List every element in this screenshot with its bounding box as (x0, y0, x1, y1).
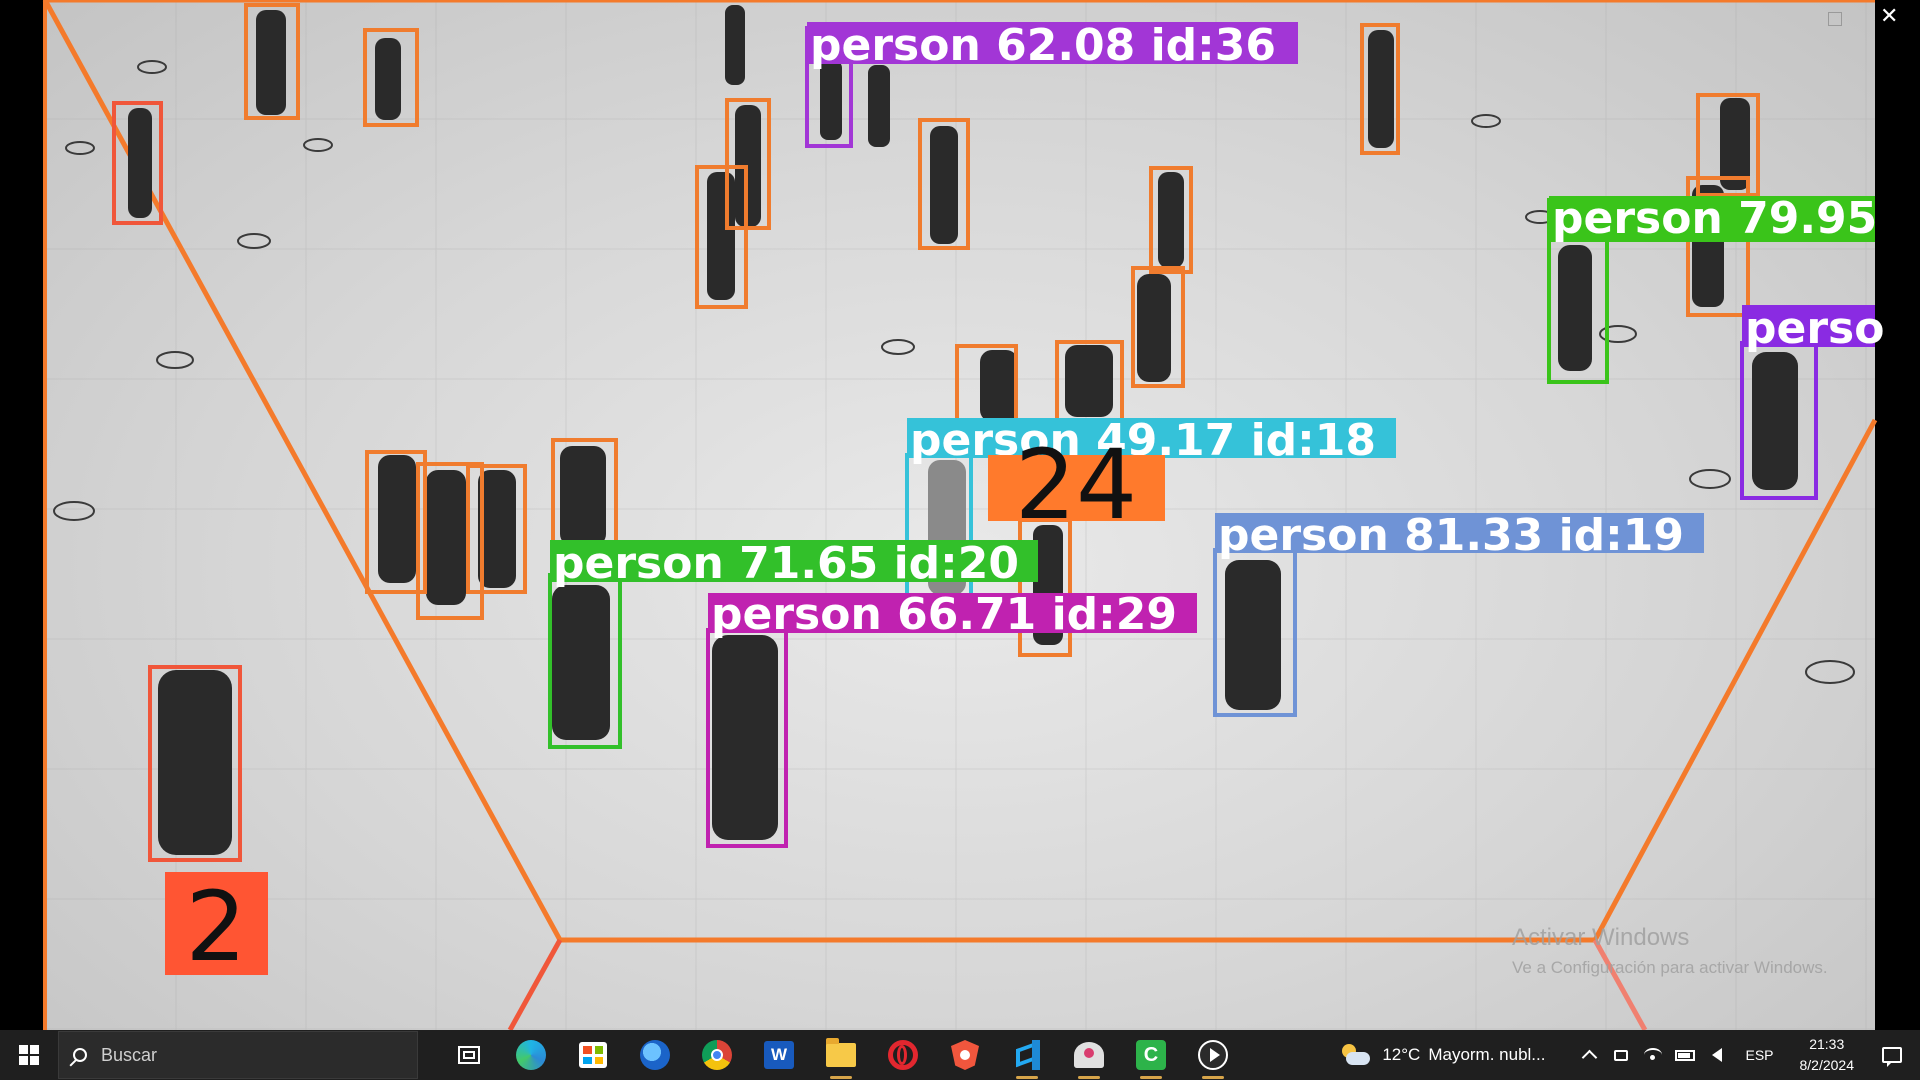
chevron-up-icon (1581, 1049, 1598, 1066)
partly-cloudy-icon (1340, 1044, 1371, 1066)
volume-button[interactable] (1704, 1030, 1730, 1080)
wifi-icon (1644, 1048, 1663, 1062)
taskbar-search[interactable]: Buscar (58, 1031, 418, 1079)
media-player-button[interactable] (1182, 1030, 1244, 1080)
search-icon (73, 1048, 87, 1062)
activation-watermark: Activar Windows Ve a Configuración para … (1512, 924, 1828, 978)
clock[interactable]: 21:33 8/2/2024 (1800, 1034, 1855, 1076)
chrome-icon (702, 1040, 732, 1070)
vscode-icon (1012, 1040, 1042, 1070)
word-button[interactable]: W (748, 1030, 810, 1080)
weather-temp: 12°C (1382, 1045, 1421, 1064)
input-language[interactable]: ESP (1745, 1047, 1773, 1063)
speaker-icon (1712, 1048, 1723, 1062)
player-icon (1198, 1040, 1228, 1070)
brave-icon (951, 1040, 979, 1070)
battery-icon (1675, 1049, 1696, 1061)
taskbar-apps: W C (438, 1030, 1244, 1080)
windows-logo-icon (19, 1045, 39, 1065)
store-icon (579, 1042, 607, 1068)
task-view-button[interactable] (438, 1030, 500, 1080)
weather-desc: Mayorm. nubl... (1428, 1045, 1546, 1064)
camtasia-icon: C (1136, 1040, 1166, 1070)
brave-button[interactable] (934, 1030, 996, 1080)
word-icon: W (764, 1041, 794, 1069)
task-view-icon (458, 1046, 480, 1064)
network-button[interactable] (1640, 1030, 1666, 1080)
meet-now-button[interactable] (1608, 1030, 1634, 1080)
floor-grid (45, 0, 1875, 1030)
opera-button[interactable] (872, 1030, 934, 1080)
watermark-subtitle: Ve a Configuración para activar Windows. (1512, 958, 1828, 977)
thunderbird-icon (640, 1040, 670, 1070)
store-button[interactable] (562, 1030, 624, 1080)
snip-icon (1074, 1042, 1104, 1068)
clock-time: 21:33 (1809, 1036, 1845, 1052)
clock-date: 8/2/2024 (1799, 1057, 1855, 1073)
weather-widget[interactable]: 12°C Mayorm. nubl... (1340, 1044, 1545, 1066)
restore-icon[interactable] (1828, 12, 1842, 26)
close-icon[interactable]: ✕ (1880, 6, 1898, 28)
opera-icon (888, 1040, 918, 1070)
start-button[interactable] (0, 1030, 58, 1080)
search-placeholder: Buscar (101, 1044, 158, 1065)
video-frame (45, 0, 1875, 1030)
watermark-title: Activar Windows (1512, 924, 1690, 951)
folder-icon (826, 1038, 856, 1067)
thunderbird-button[interactable] (624, 1030, 686, 1080)
battery-button[interactable] (1672, 1030, 1698, 1080)
notifications-icon[interactable] (1882, 1047, 1902, 1067)
snipping-tool-button[interactable] (1058, 1030, 1120, 1080)
show-hidden-icons-button[interactable] (1576, 1030, 1602, 1080)
chrome-button[interactable] (686, 1030, 748, 1080)
video-window: person 62.08 id:36 person 79.95 perso pe… (0, 0, 1920, 1030)
vscode-button[interactable] (996, 1030, 1058, 1080)
taskbar: Buscar W C 12°C Mayorm. nubl... ESP 21:3… (0, 1030, 1920, 1080)
edge-icon (516, 1040, 546, 1070)
camtasia-button[interactable]: C (1120, 1030, 1182, 1080)
camera-icon (1614, 1049, 1629, 1061)
file-explorer-button[interactable] (810, 1030, 872, 1080)
edge-button[interactable] (500, 1030, 562, 1080)
system-tray: 12°C Mayorm. nubl... ESP 21:33 8/2/2024 (1340, 1030, 1920, 1080)
